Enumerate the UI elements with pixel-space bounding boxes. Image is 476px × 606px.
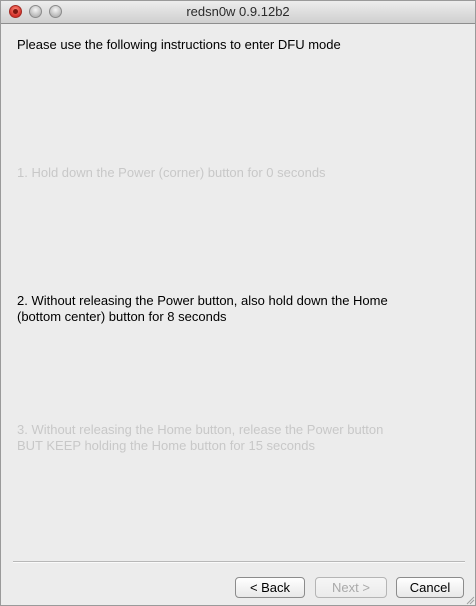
- window-title: redsn0w 0.9.12b2: [186, 4, 290, 19]
- back-button[interactable]: < Back: [235, 577, 305, 598]
- step-3-line-2: BUT KEEP holding the Home button for 15 …: [17, 438, 315, 453]
- step-3-line-1: 3. Without releasing the Home button, re…: [17, 422, 384, 437]
- footer-separator: [13, 561, 465, 563]
- step-3-text: 3. Without releasing the Home button, re…: [17, 422, 457, 454]
- step-2-line-2: (bottom center) button for 8 seconds: [17, 309, 227, 324]
- resize-grip-icon[interactable]: [465, 595, 475, 605]
- installer-window: redsn0w 0.9.12b2 Please use the followin…: [0, 0, 476, 606]
- cancel-button[interactable]: Cancel: [396, 577, 464, 598]
- step-2-text: 2. Without releasing the Power button, a…: [17, 293, 457, 325]
- title-bar[interactable]: redsn0w 0.9.12b2: [1, 1, 475, 24]
- instructions-heading: Please use the following instructions to…: [17, 37, 341, 52]
- step-2-line-1: 2. Without releasing the Power button, a…: [17, 293, 388, 308]
- next-button[interactable]: Next >: [315, 577, 387, 598]
- step-1-text: 1. Hold down the Power (corner) button f…: [17, 165, 326, 180]
